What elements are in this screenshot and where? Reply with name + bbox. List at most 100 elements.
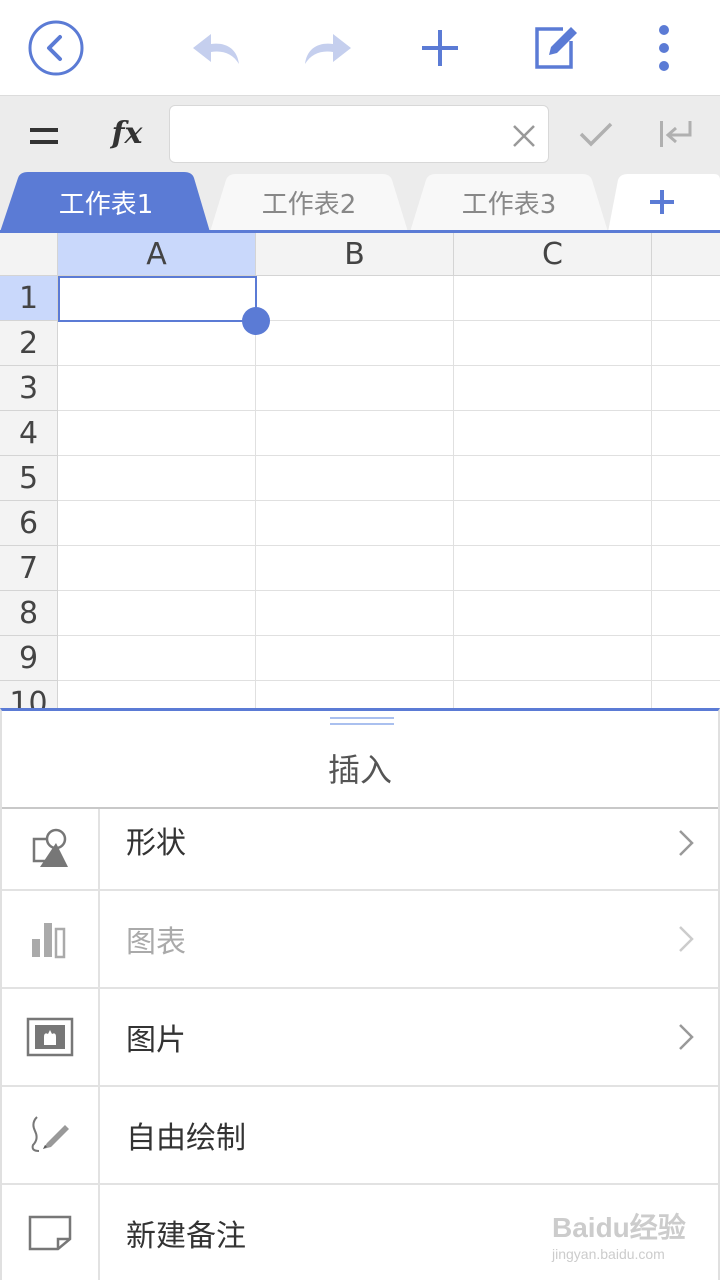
- undo-button[interactable]: [186, 18, 246, 78]
- column-header[interactable]: C: [454, 233, 652, 276]
- column-header[interactable]: A: [58, 233, 256, 276]
- menu-item-chart[interactable]: 图表: [2, 891, 718, 989]
- grid-cell[interactable]: [454, 591, 652, 636]
- equals-icon[interactable]: [24, 116, 64, 156]
- grid-cell[interactable]: [454, 636, 652, 681]
- grid-cell[interactable]: [256, 321, 454, 366]
- grid-cell[interactable]: [256, 366, 454, 411]
- row-header[interactable]: 7: [0, 546, 58, 591]
- back-icon: [28, 20, 84, 76]
- selected-cell[interactable]: [58, 276, 257, 322]
- add-sheet-button[interactable]: [604, 172, 720, 232]
- grid-cell[interactable]: [652, 276, 720, 321]
- plus-icon: [650, 190, 674, 214]
- add-button[interactable]: [410, 18, 470, 78]
- grid-cell[interactable]: [58, 501, 256, 546]
- chevron-right-icon: [679, 926, 694, 952]
- menu-item-label: 图表: [126, 925, 186, 960]
- grid-cell[interactable]: [256, 591, 454, 636]
- grid-cell[interactable]: [652, 411, 720, 456]
- menu-item-picture[interactable]: 图片: [2, 989, 718, 1087]
- formula-bar: fx: [0, 96, 720, 174]
- watermark-url: jingyan.baidu.com: [552, 1246, 665, 1262]
- chevron-right-icon: [679, 1024, 694, 1050]
- grid-cell[interactable]: [256, 546, 454, 591]
- grid-cell[interactable]: [652, 591, 720, 636]
- grid-cell[interactable]: [652, 636, 720, 681]
- watermark-logo: Baidu经验: [552, 1212, 686, 1243]
- grid-cell[interactable]: [58, 591, 256, 636]
- formula-input[interactable]: [169, 105, 549, 163]
- row-header[interactable]: 1: [0, 276, 58, 321]
- clear-icon[interactable]: [506, 118, 542, 154]
- grid-cell[interactable]: [454, 501, 652, 546]
- grid-cell[interactable]: [652, 321, 720, 366]
- row-header[interactable]: 5: [0, 456, 58, 501]
- grid-cell[interactable]: [652, 681, 720, 708]
- grid-cell[interactable]: [256, 501, 454, 546]
- grid-cell[interactable]: [652, 456, 720, 501]
- grid-cell[interactable]: [256, 681, 454, 708]
- column-header[interactable]: B: [256, 233, 454, 276]
- sheet-tab-label: 工作表2: [261, 189, 357, 220]
- select-all-corner[interactable]: [0, 233, 58, 276]
- freehand-draw-icon: [2, 1087, 100, 1183]
- grid-cell[interactable]: [58, 321, 256, 366]
- function-button[interactable]: fx: [100, 110, 154, 156]
- drag-handle[interactable]: [330, 717, 394, 727]
- grid-cell[interactable]: [256, 411, 454, 456]
- note-icon: [2, 1185, 100, 1280]
- row-header[interactable]: 6: [0, 501, 58, 546]
- menu-item-shape[interactable]: 形状: [2, 809, 718, 891]
- grid-cell[interactable]: [256, 276, 454, 321]
- grid-cell[interactable]: [454, 546, 652, 591]
- menu-item-label: 图片: [126, 1023, 186, 1058]
- grid-cell[interactable]: [454, 681, 652, 708]
- more-button[interactable]: [634, 18, 694, 78]
- enter-icon[interactable]: [652, 114, 700, 154]
- row-header[interactable]: 9: [0, 636, 58, 681]
- insert-panel: 插入 形状 图表 图片 自由绘制 新建备注: [0, 708, 720, 1280]
- picture-icon: [2, 989, 100, 1085]
- menu-item-label: 形状: [126, 826, 186, 861]
- grid-cell[interactable]: [454, 456, 652, 501]
- grid-cell[interactable]: [652, 546, 720, 591]
- spreadsheet-grid[interactable]: A B C 1 2 3 4 5 6 7 8 9 10: [0, 233, 720, 708]
- column-header[interactable]: [652, 233, 720, 276]
- sheet-tab-2[interactable]: 工作表2: [206, 172, 412, 232]
- row-header[interactable]: 3: [0, 366, 58, 411]
- edit-button[interactable]: [526, 18, 586, 78]
- selection-handle[interactable]: [242, 307, 270, 335]
- confirm-icon[interactable]: [574, 114, 618, 154]
- sheet-tabs: 工作表1 工作表2 工作表3: [0, 170, 720, 232]
- chevron-right-icon: [679, 830, 694, 856]
- grid-cell[interactable]: [652, 501, 720, 546]
- grid-cell[interactable]: [58, 546, 256, 591]
- grid-cell[interactable]: [454, 366, 652, 411]
- redo-button[interactable]: [298, 18, 358, 78]
- back-button[interactable]: [26, 18, 86, 78]
- shape-icon: [2, 809, 100, 889]
- row-header[interactable]: 8: [0, 591, 58, 636]
- grid-cell[interactable]: [58, 366, 256, 411]
- row-header[interactable]: 4: [0, 411, 58, 456]
- sheet-tab-label: 工作表3: [461, 189, 557, 220]
- grid-cell[interactable]: [58, 681, 256, 708]
- grid-cell[interactable]: [58, 456, 256, 501]
- sheet-tab-3[interactable]: 工作表3: [406, 172, 612, 232]
- plus-icon: [422, 30, 458, 66]
- grid-cell[interactable]: [256, 636, 454, 681]
- grid-cell[interactable]: [454, 411, 652, 456]
- row-header[interactable]: 10: [0, 681, 58, 708]
- grid-cell[interactable]: [454, 321, 652, 366]
- grid-cell[interactable]: [58, 636, 256, 681]
- grid-cell[interactable]: [652, 366, 720, 411]
- undo-icon: [193, 34, 239, 64]
- row-header[interactable]: 2: [0, 321, 58, 366]
- sheet-tab-1[interactable]: 工作表1: [0, 172, 212, 232]
- grid-cell[interactable]: [454, 276, 652, 321]
- grid-cell[interactable]: [58, 411, 256, 456]
- menu-item-freehand-draw[interactable]: 自由绘制: [2, 1087, 718, 1185]
- redo-icon: [305, 34, 351, 64]
- grid-cell[interactable]: [256, 456, 454, 501]
